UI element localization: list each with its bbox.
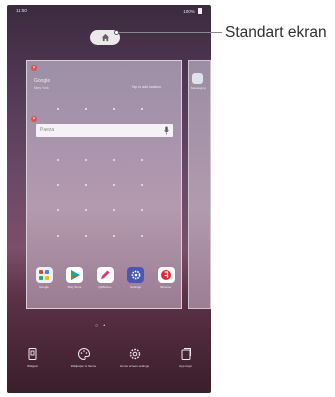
status-time: 11:50: [16, 8, 27, 13]
grid-dot: [141, 108, 143, 110]
grid-dot: [141, 235, 143, 237]
grid-dot: [57, 108, 59, 110]
grid-dot: [85, 159, 87, 161]
widgets-button[interactable]: Widgets: [13, 347, 53, 387]
wallpaper-theme-button[interactable]: Wallpaper & theme: [64, 347, 104, 387]
app-label: Browser: [160, 285, 172, 289]
status-indicators: 100%: [183, 8, 202, 14]
app-dock: Google Play Store Q/Memo+ Settings Brows…: [34, 267, 176, 289]
grid-dot: [57, 235, 59, 237]
grid-dot: [113, 209, 115, 211]
search-placeholder: Paeza: [40, 127, 55, 133]
app-qmemo[interactable]: Q/Memo+: [95, 267, 115, 289]
next-page-preview[interactable]: Messaging: [188, 60, 211, 309]
callout-line: [119, 32, 222, 33]
browser-icon: [157, 267, 175, 283]
remove-widget-icon[interactable]: ×: [31, 65, 37, 71]
grid-dot: [85, 209, 87, 211]
play-store-icon: [66, 267, 83, 283]
grid-dot: [141, 209, 143, 211]
tool-label: Home screen settings: [119, 364, 149, 368]
edit-toolbar: Widgets Wallpaper & theme Home screen se…: [7, 347, 211, 387]
grid-dot: [57, 209, 59, 211]
grid-dot: [57, 184, 59, 186]
google-folder-icon: [35, 267, 53, 283]
grid-dot: [113, 184, 115, 186]
grid-dot: [85, 235, 87, 237]
grid-dot: [141, 184, 143, 186]
status-bar: 11:50 100%: [7, 5, 211, 17]
mic-icon[interactable]: [164, 126, 169, 135]
palette-icon: [77, 347, 90, 361]
grid-dot: [85, 184, 87, 186]
grid-dot: [113, 108, 115, 110]
app-settings[interactable]: Settings: [126, 267, 146, 289]
widget-title: Google: [34, 78, 51, 84]
pen-icon: [96, 267, 114, 283]
peek-app-label: Messaging: [191, 86, 206, 90]
grid-dot: [141, 159, 143, 161]
widget-subtitle: New York: [34, 86, 49, 90]
app-google[interactable]: Google: [34, 267, 54, 289]
grid-dot: [113, 235, 115, 237]
app-label: Q/Memo+: [98, 285, 112, 289]
grid-dot: [113, 159, 115, 161]
messaging-icon: [192, 73, 203, 84]
tool-label: Wallpaper & theme: [70, 364, 97, 368]
battery-icon: [198, 8, 202, 14]
app-play-store[interactable]: Play Store: [65, 267, 85, 289]
widgets-icon: [28, 348, 36, 360]
app-label: Settings: [130, 285, 141, 289]
home-icon: [101, 33, 109, 42]
tool-label: Widgets: [27, 364, 38, 368]
gear-icon: [127, 267, 144, 283]
grid-dot: [57, 159, 59, 161]
battery-percent: 100%: [183, 9, 195, 14]
home-page-preview[interactable]: × Google New York Tap to add location × …: [26, 60, 182, 309]
search-widget[interactable]: Paeza: [36, 124, 173, 137]
gear-icon: [129, 348, 140, 360]
home-screen-settings-button[interactable]: Home screen settings: [115, 347, 155, 387]
app-label: Google: [39, 285, 49, 289]
phone-screen: 11:50 100% × Google New York Tap to add …: [7, 5, 211, 393]
callout-label: Standart ekran: [225, 24, 327, 41]
app-tray-icon: [181, 348, 191, 360]
widget-hint: Tap to add location: [131, 85, 161, 89]
page-indicator[interactable]: ○ •: [95, 323, 107, 329]
app-browser[interactable]: Browser: [156, 267, 176, 289]
app-trays-button[interactable]: App trays: [166, 347, 206, 387]
app-label: Play Store: [67, 285, 82, 289]
remove-search-widget-icon[interactable]: ×: [31, 116, 37, 122]
tool-label: App trays: [179, 364, 192, 368]
grid-dot: [85, 108, 87, 110]
